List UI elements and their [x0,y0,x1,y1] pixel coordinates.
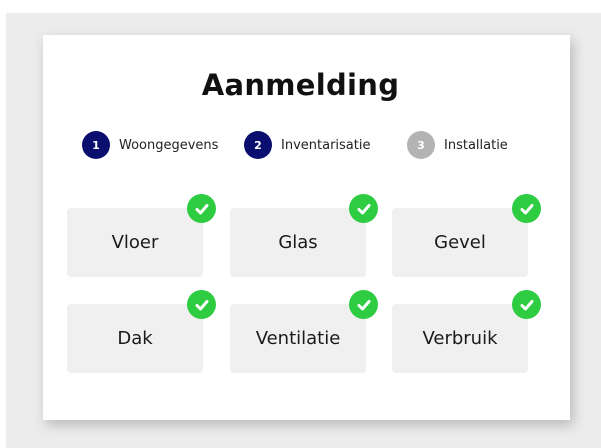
step-installatie[interactable]: 3 Installatie [407,131,508,159]
category-label: Gevel [434,232,486,253]
category-label: Dak [117,328,153,349]
category-label: Glas [278,232,318,253]
step-number-badge: 2 [244,131,272,159]
step-label: Woongegevens [119,137,219,153]
step-label: Inventarisatie [281,137,371,153]
step-number-badge: 3 [407,131,435,159]
check-circle-icon [512,290,541,319]
category-label: Verbruik [422,328,498,349]
step-woongegevens[interactable]: 1 Woongegevens [82,131,218,159]
category-tile-verbruik[interactable]: Verbruik [392,304,528,373]
category-tile-dak[interactable]: Dak [67,304,203,373]
category-tile-gevel[interactable]: Gevel [392,208,528,277]
step-number-badge: 1 [82,131,110,159]
page-title: Aanmelding [201,68,400,102]
category-label: Vloer [111,232,159,253]
check-circle-icon [187,194,216,223]
step-inventarisatie[interactable]: 2 Inventarisatie [244,131,370,159]
category-tile-vloer[interactable]: Vloer [67,208,203,277]
step-label: Installatie [444,137,508,153]
category-tile-ventilatie[interactable]: Ventilatie [230,304,366,373]
check-circle-icon [349,194,378,223]
category-tile-glas[interactable]: Glas [230,208,366,277]
check-circle-icon [512,194,541,223]
category-label: Ventilatie [255,328,341,349]
check-circle-icon [187,290,216,319]
check-circle-icon [349,290,378,319]
